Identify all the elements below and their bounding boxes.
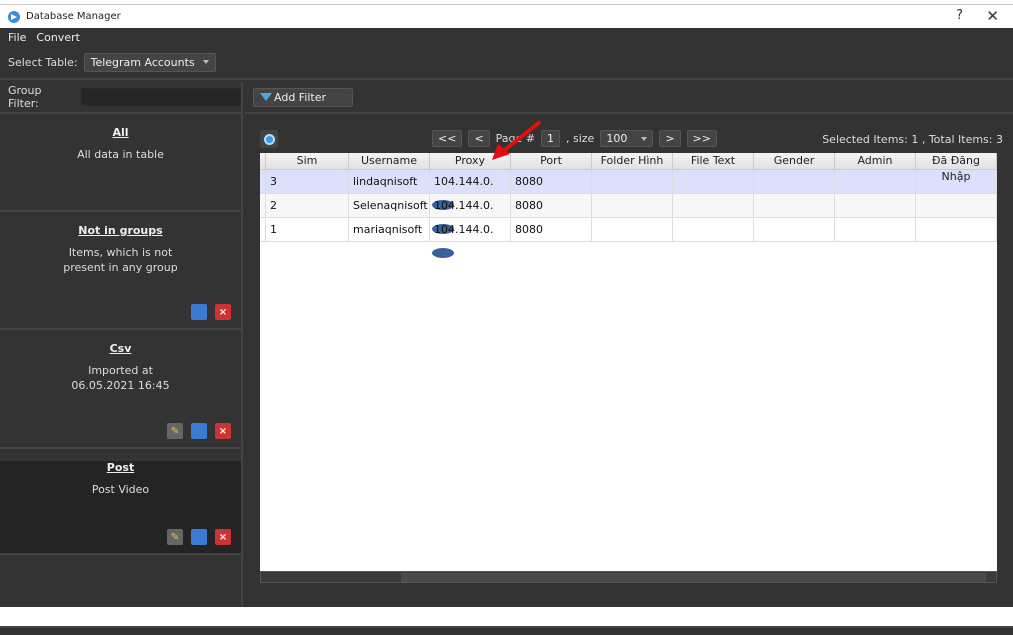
- window-title: Database Manager: [26, 11, 121, 22]
- menu-bar: File Convert: [0, 28, 1013, 46]
- app-logo-icon: [8, 10, 20, 23]
- delete-icon[interactable]: ×: [215, 423, 231, 439]
- cell-proxy: 104.144.0.: [430, 194, 511, 234]
- cell-username: lindaqnisoft: [349, 170, 430, 193]
- page-size-value: 100: [606, 132, 628, 145]
- groups-panel: Group Filter: All All data in table Not …: [0, 82, 243, 607]
- filter-icon: [260, 93, 272, 101]
- group-desc: Items, which is not present in any group: [63, 246, 178, 274]
- group-filter: Group Filter:: [0, 82, 241, 114]
- scrollbar-thumb[interactable]: [401, 573, 986, 582]
- horizontal-scrollbar[interactable]: [260, 571, 997, 583]
- group-filter-label: Group Filter:: [8, 84, 42, 110]
- next-page-button[interactable]: >: [659, 130, 681, 147]
- bottom-bar: [0, 626, 1013, 635]
- group-title: Not in groups: [78, 224, 163, 237]
- cell-port: 8080: [511, 170, 592, 193]
- toolbar: Select Table: Telegram Accounts: [0, 46, 1013, 80]
- chevron-down-icon: [202, 60, 209, 64]
- group-not-in-groups[interactable]: Not in groups Items, which is not presen…: [0, 224, 241, 330]
- prev-page-button[interactable]: <: [468, 130, 490, 147]
- table-select[interactable]: Telegram Accounts: [83, 52, 216, 72]
- cell-sim: 1: [266, 218, 349, 241]
- select-table-label: Select Table:: [8, 55, 78, 69]
- cell-sim: 3: [266, 170, 349, 193]
- table-row[interactable]: 1 mariaqnisoft 104.144.0. 8080: [260, 218, 997, 258]
- group-post[interactable]: Post Post Video ✎ ×: [0, 461, 241, 555]
- edit-icon[interactable]: ✎: [167, 423, 183, 439]
- cell-username: Selenaqnisoft: [349, 194, 430, 217]
- table-select-value: Telegram Accounts: [90, 55, 195, 69]
- size-label: , size: [566, 132, 595, 145]
- cell-proxy: 104.144.0.: [430, 170, 511, 210]
- group-title: Post: [106, 461, 135, 474]
- cell-proxy: 104.144.0.: [430, 218, 511, 258]
- copy-icon[interactable]: [191, 423, 207, 439]
- table-header: Sim Username Proxy Port Folder Hình File…: [260, 153, 997, 183]
- col-header[interactable]: Sim: [266, 153, 349, 169]
- first-page-button[interactable]: <<: [432, 130, 463, 147]
- group-csv[interactable]: Csv Imported at 06.05.2021 16:45 ✎ ×: [0, 342, 241, 449]
- page-size-select[interactable]: 100: [600, 130, 654, 147]
- pager: << < Page # 1 , size 100 > >> Selected I…: [260, 130, 1003, 150]
- data-table: Sim Username Proxy Port Folder Hình File…: [260, 153, 997, 571]
- annotation-arrow-icon: [492, 120, 542, 160]
- col-header[interactable]: Admin: [835, 153, 916, 169]
- proxy-text: 104.144.0.: [434, 223, 494, 236]
- col-header[interactable]: Gender: [754, 153, 835, 169]
- table-row[interactable]: 3 lindaqnisoft 104.144.0. 8080: [260, 170, 997, 210]
- proxy-text: 104.144.0.: [434, 199, 494, 212]
- cell-sim: 2: [266, 194, 349, 217]
- close-button[interactable]: ✕: [986, 7, 999, 25]
- delete-icon[interactable]: ×: [215, 529, 231, 545]
- group-desc: All data in table: [77, 148, 164, 161]
- last-page-button[interactable]: >>: [686, 130, 717, 147]
- proxy-text: 104.144.0.: [434, 175, 494, 188]
- data-panel: Add Filter << < Page # 1 , size 100 > >>…: [245, 82, 1013, 607]
- group-filter-input[interactable]: [80, 88, 241, 106]
- title-bar: Database Manager ? ✕: [0, 4, 1013, 28]
- group-desc: Post Video: [91, 483, 150, 496]
- refresh-button[interactable]: [260, 130, 278, 148]
- menu-file[interactable]: File: [8, 31, 26, 44]
- menu-convert[interactable]: Convert: [36, 31, 80, 44]
- redaction-mark: [432, 248, 454, 258]
- group-desc: Imported at 06.05.2021 16:45: [71, 364, 170, 392]
- copy-icon[interactable]: [191, 304, 207, 320]
- help-button[interactable]: ?: [956, 8, 963, 23]
- refresh-icon: [263, 133, 275, 145]
- col-header[interactable]: File Text: [673, 153, 754, 169]
- add-filter-label: Add Filter: [274, 90, 327, 104]
- group-title: All: [112, 126, 129, 139]
- edit-icon[interactable]: ✎: [167, 529, 183, 545]
- cell-port: 8080: [511, 218, 592, 241]
- group-title: Csv: [109, 342, 132, 355]
- delete-icon[interactable]: ×: [215, 304, 231, 320]
- table-row[interactable]: 2 Selenaqnisoft 104.144.0. 8080: [260, 194, 997, 234]
- col-header[interactable]: Username: [349, 153, 430, 169]
- group-all[interactable]: All All data in table: [0, 126, 241, 212]
- cell-username: mariaqnisoft: [349, 218, 430, 241]
- selection-status: Selected Items: 1 , Total Items: 3: [822, 133, 1003, 146]
- copy-icon[interactable]: [191, 529, 207, 545]
- cell-port: 8080: [511, 194, 592, 217]
- filter-bar: Add Filter: [245, 82, 1013, 114]
- col-header[interactable]: Folder Hình: [592, 153, 673, 169]
- col-header[interactable]: Đã Đăng Nhập: [916, 153, 997, 183]
- app-body: File Convert Select Table: Telegram Acco…: [0, 28, 1013, 635]
- chevron-down-icon: [641, 136, 648, 141]
- add-filter-button[interactable]: Add Filter: [253, 87, 353, 107]
